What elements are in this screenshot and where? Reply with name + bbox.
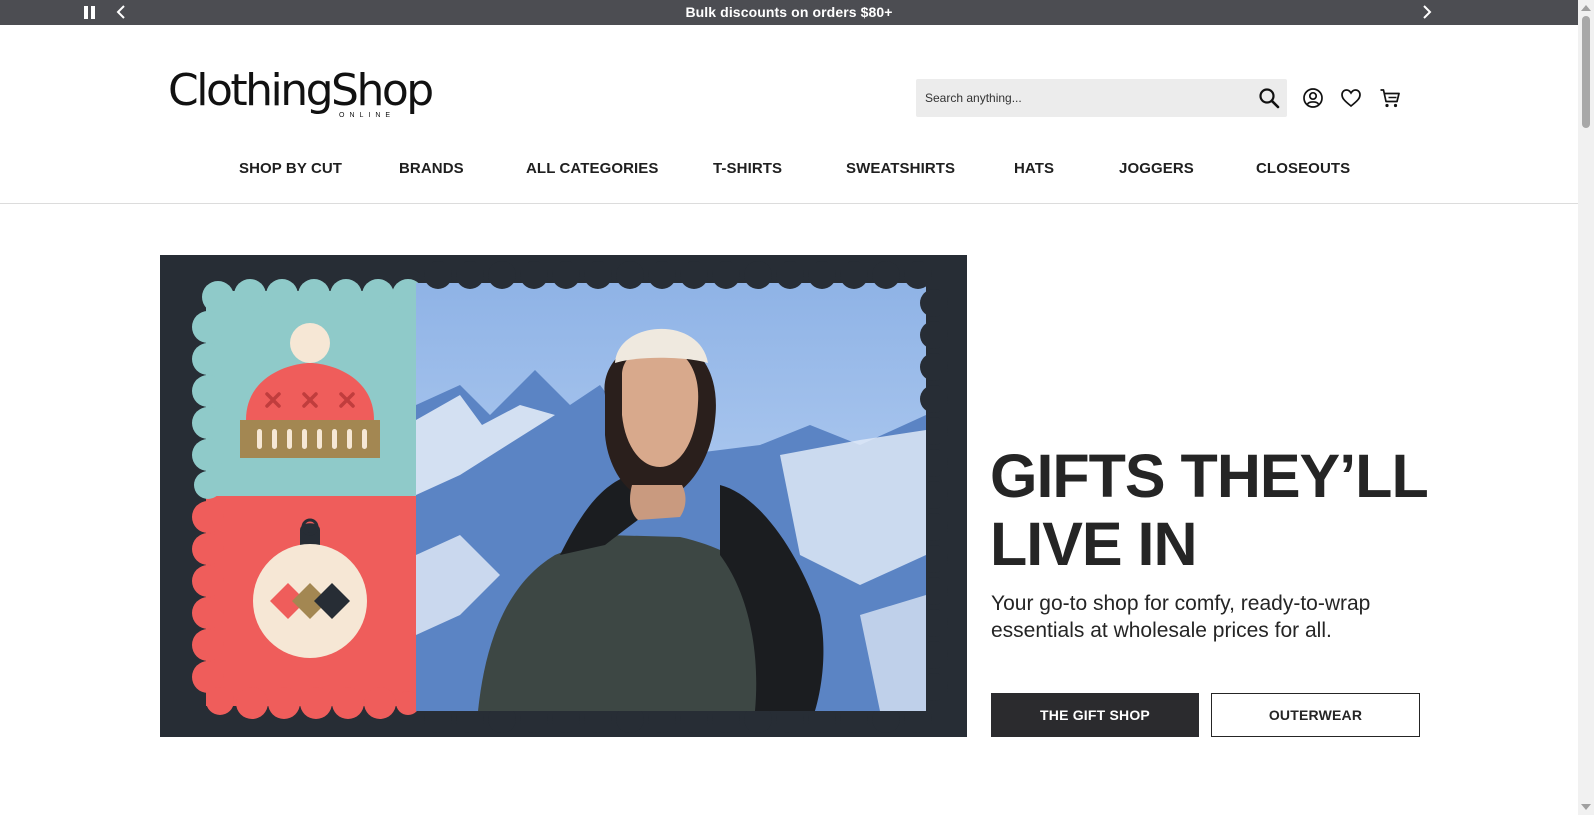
hero-illustration xyxy=(160,255,967,737)
nav-item-brands[interactable]: BRANDS xyxy=(399,160,464,177)
header-divider xyxy=(0,203,1578,204)
gift-shop-button[interactable]: THE GIFT SHOP xyxy=(991,693,1199,737)
cart-icon[interactable] xyxy=(1378,86,1402,110)
hero-image[interactable] xyxy=(160,255,967,737)
scrollbar-thumb[interactable] xyxy=(1582,16,1590,128)
hero-headline: GIFTS THEY’LL LIVE IN xyxy=(990,442,1460,578)
outerwear-button[interactable]: OUTERWEAR xyxy=(1211,693,1420,737)
nav-item-all-categories[interactable]: ALL CATEGORIES xyxy=(526,160,659,177)
nav-item-hats[interactable]: HATS xyxy=(1014,160,1054,177)
search-bar xyxy=(916,79,1287,117)
scroll-down-icon[interactable] xyxy=(1581,804,1591,810)
scroll-up-icon[interactable] xyxy=(1581,5,1591,11)
hero-headline-line-1: GIFTS THEY’LL xyxy=(990,442,1429,510)
page-scrollbar[interactable] xyxy=(1578,0,1594,815)
search-icon[interactable] xyxy=(1257,86,1281,110)
site-logo[interactable]: ClothingShop ONLINE xyxy=(168,66,438,126)
hero-subcopy: Your go-to shop for comfy, ready-to-wrap… xyxy=(991,592,1371,642)
chevron-right-icon[interactable] xyxy=(1417,3,1435,21)
nav-item-joggers[interactable]: JOGGERS xyxy=(1119,160,1194,177)
nav-item-t-shirts[interactable]: T-SHIRTS xyxy=(713,160,782,177)
nav-item-sweatshirts[interactable]: SWEATSHIRTS xyxy=(846,160,955,177)
hero-headline-line-2: LIVE IN xyxy=(990,510,1198,578)
announcement-bar: Bulk discounts on orders $80+ xyxy=(0,0,1578,25)
main-nav: SHOP BY CUT BRANDS ALL CATEGORIES T-SHIR… xyxy=(0,160,1578,182)
logo-subtext: ONLINE xyxy=(339,112,396,119)
nav-item-closeouts[interactable]: CLOSEOUTS xyxy=(1256,160,1350,177)
user-icon[interactable] xyxy=(1301,86,1325,110)
model-photo xyxy=(416,261,948,733)
search-input[interactable] xyxy=(916,79,1246,117)
logo-text: ClothingShop xyxy=(168,65,434,116)
heart-icon[interactable] xyxy=(1339,86,1363,110)
nav-item-shop-by-cut[interactable]: SHOP BY CUT xyxy=(239,160,342,177)
announcement-message[interactable]: Bulk discounts on orders $80+ xyxy=(0,0,1578,25)
